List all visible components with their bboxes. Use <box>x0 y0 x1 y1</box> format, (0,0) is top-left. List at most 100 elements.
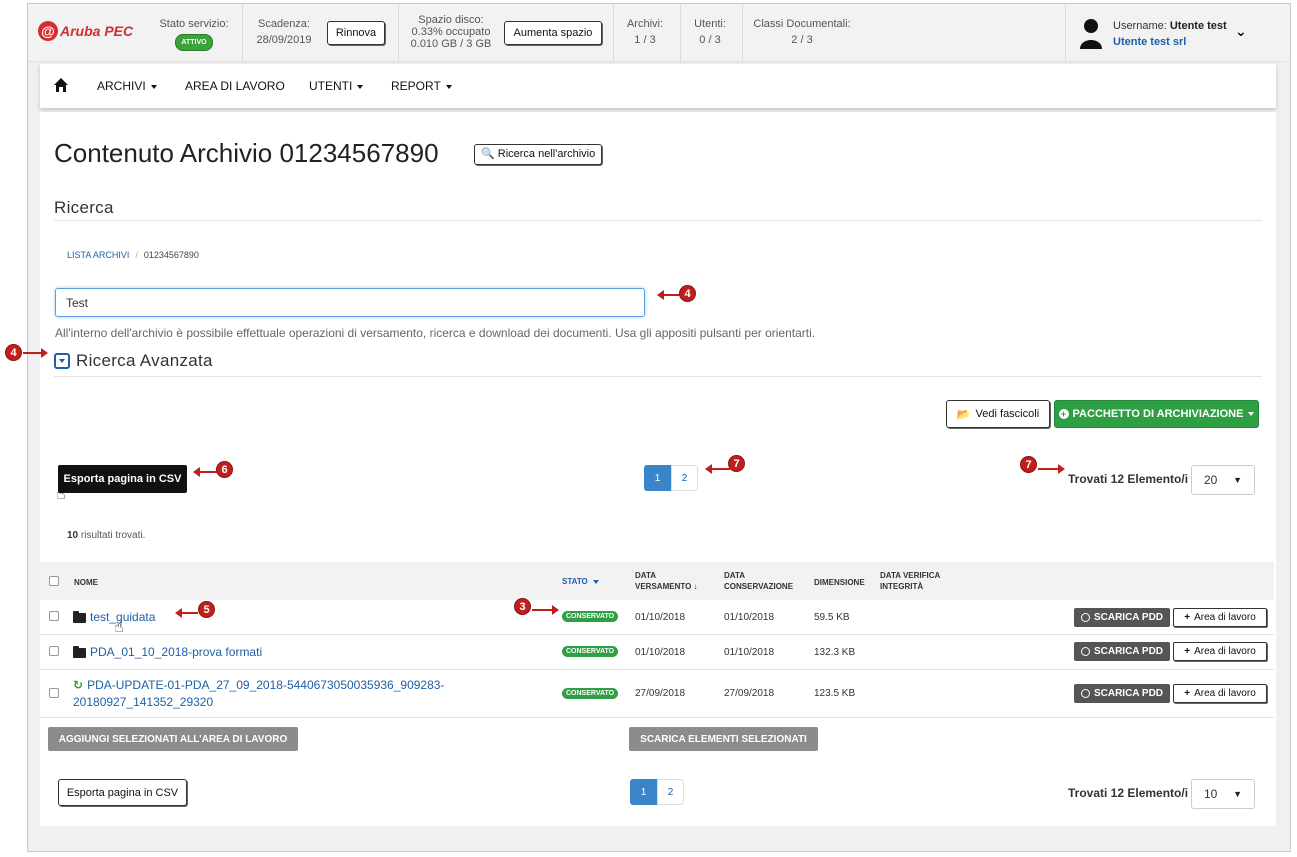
nav-archivi-label: ARCHIVI <box>97 79 146 93</box>
status-badge: CONSERVATO <box>562 611 619 622</box>
hand-cursor-icon: ☝ <box>114 619 124 636</box>
table-header: NOME STATO DATA VERSAMENTO ↓ DATA CONSER… <box>40 562 1274 600</box>
scarica-pdd-label: SCARICA PDD <box>1093 688 1164 699</box>
nav-report[interactable]: REPORT <box>391 79 452 93</box>
table-row: PDA_01_10_2018-prova formati CONSERVATO … <box>40 635 1274 670</box>
page-size-select-bottom[interactable]: 10 ▼ <box>1191 779 1255 809</box>
row-size: 59.5 KB <box>814 612 850 623</box>
page-size-value: 20 <box>1204 473 1218 487</box>
row-checkbox[interactable] <box>49 688 59 698</box>
annotation-badge: 4 <box>679 285 696 302</box>
service-status-badge: ATTIVO <box>175 34 213 51</box>
scarica-pdd-button[interactable]: SCARICA PDD <box>1074 608 1170 627</box>
user-info[interactable]: Username: Utente test Utente test srl <box>1113 18 1227 50</box>
annotation-badge: 7 <box>728 455 745 472</box>
archives-count: Archivi: 1 / 3 <box>620 18 670 47</box>
header-nome[interactable]: NOME <box>74 577 98 588</box>
renew-button[interactable]: Rinnova <box>327 21 385 45</box>
header-data-versamento[interactable]: DATA VERSAMENTO ↓ <box>635 570 705 592</box>
annotation-arrow <box>193 467 217 477</box>
collapse-toggle-icon[interactable] <box>54 353 70 369</box>
row-name-link[interactable]: ↻ PDA-UPDATE-01-PDA_27_09_2018-5440673050… <box>73 677 503 711</box>
found-count-bottom: Trovati 12 Elemento/i <box>1068 786 1189 800</box>
export-csv-bottom-button[interactable]: Esporta pagina in CSV <box>58 779 187 806</box>
header-stato[interactable]: STATO <box>562 576 599 587</box>
row-name-link[interactable]: PDA_01_10_2018-prova formati <box>73 644 262 661</box>
page-2-button[interactable]: 2 <box>671 465 698 491</box>
results-count-label: risultati trovati. <box>78 530 146 541</box>
download-selected-button[interactable]: SCARICA ELEMENTI SELEZIONATI <box>629 727 818 751</box>
row-size: 123.5 KB <box>814 688 856 699</box>
page-1-button[interactable]: 1 <box>630 779 657 805</box>
row-data-conservazione: 27/09/2018 <box>724 688 775 699</box>
advanced-search-toggle[interactable]: Ricerca Avanzata <box>54 351 213 371</box>
page-1-button[interactable]: 1 <box>644 465 671 491</box>
status-bar: @ Aruba PEC Stato servizio: ATTIVO Scade… <box>28 4 1290 62</box>
user-menu-chevron-icon[interactable]: ⌄ <box>1235 23 1247 40</box>
pacchetto-archiviazione-button[interactable]: + PACCHETTO DI ARCHIVIAZIONE <box>1054 400 1259 428</box>
brand-name: Aruba PEC <box>60 23 134 39</box>
aruba-logo[interactable]: @ Aruba PEC <box>38 21 133 41</box>
annotation-badge: 4 <box>5 344 22 361</box>
row-checkbox[interactable] <box>49 611 59 621</box>
page-size-value: 10 <box>1204 787 1218 801</box>
nav-utenti[interactable]: UTENTI <box>309 79 364 93</box>
breadcrumb-current: 01234567890 <box>143 250 199 260</box>
service-status-label: Stato servizio: <box>159 18 229 30</box>
app-frame: @ Aruba PEC Stato servizio: ATTIVO Scade… <box>27 3 1291 852</box>
caret-down-icon <box>445 84 452 89</box>
divider <box>54 220 1262 221</box>
home-icon[interactable] <box>53 77 69 93</box>
archives-value: 1 / 3 <box>634 34 656 46</box>
scarica-pdd-label: SCARICA PDD <box>1093 646 1164 657</box>
nav-archivi[interactable]: ARCHIVI <box>97 79 157 93</box>
page-2-button[interactable]: 2 <box>657 779 684 805</box>
company-name[interactable]: Utente test srl <box>1113 34 1227 50</box>
select-all-checkbox[interactable] <box>49 576 59 586</box>
scarica-pdd-button[interactable]: SCARICA PDD <box>1074 642 1170 661</box>
download-icon <box>1080 647 1090 656</box>
row-name-text: PDA-UPDATE-01-PDA_27_09_2018-54406730500… <box>73 678 445 709</box>
disk-space: Spazio disco: 0.33% occupato 0.010 GB / … <box>406 14 496 50</box>
chevron-down-icon: ▼ <box>1233 475 1242 485</box>
add-to-workspace-button[interactable]: + Area di lavoro <box>1173 684 1267 703</box>
header-data-verifica[interactable]: DATA VERIFICA INTEGRITÀ <box>880 570 950 592</box>
caret-down-icon <box>1248 412 1255 416</box>
annotation-arrow <box>657 290 680 300</box>
add-to-workspace-label: Area di lavoro <box>1194 612 1256 623</box>
folder-icon <box>73 610 86 623</box>
plus-icon: + <box>1184 646 1191 657</box>
page-size-select[interactable]: 20 ▼ <box>1191 465 1255 495</box>
nav-area-di-lavoro[interactable]: AREA DI LAVORO <box>185 79 285 93</box>
username-label: Username: <box>1113 20 1167 32</box>
sort-caret-icon <box>592 579 599 584</box>
export-csv-button[interactable]: Esporta pagina in CSV <box>58 465 187 493</box>
expiry-label: Scadenza: <box>258 18 310 30</box>
classes-value: 2 / 3 <box>791 34 813 46</box>
header-dimensione[interactable]: DIMENSIONE <box>814 577 865 588</box>
users-count: Utenti: 0 / 3 <box>684 18 736 47</box>
row-data-versamento: 01/10/2018 <box>635 647 686 658</box>
search-archive-button[interactable]: 🔍 Ricerca nell'archivio <box>474 144 603 165</box>
classes-count: Classi Documentali: 2 / 3 <box>750 18 854 47</box>
row-checkbox[interactable] <box>49 646 59 656</box>
aruba-at-icon: @ <box>38 21 58 41</box>
row-data-conservazione: 01/10/2018 <box>724 612 775 623</box>
increase-space-button[interactable]: Aumenta spazio <box>504 21 602 45</box>
add-to-workspace-button[interactable]: + Area di lavoro <box>1173 608 1267 627</box>
add-selected-to-workspace-button[interactable]: AGGIUNGI SELEZIONATI ALL'AREA DI LAVORO <box>48 727 298 751</box>
vedi-fascicoli-button[interactable]: 📂 Vedi fascicoli <box>946 400 1050 428</box>
annotation-badge: 5 <box>198 601 215 618</box>
breadcrumb-lista-archivi[interactable]: LISTA ARCHIVI <box>67 250 129 260</box>
header-data-conservazione[interactable]: DATA CONSERVAZIONE <box>724 570 799 592</box>
hand-cursor-icon: ☝ <box>56 486 66 503</box>
plus-icon: + <box>1184 688 1191 699</box>
search-input[interactable] <box>55 288 645 317</box>
plus-circle-icon: + <box>1058 409 1069 419</box>
nav-report-label: REPORT <box>391 79 441 93</box>
download-icon <box>1080 613 1090 622</box>
table-row: ↻ PDA-UPDATE-01-PDA_27_09_2018-5440673050… <box>40 670 1274 718</box>
scarica-pdd-button[interactable]: SCARICA PDD <box>1074 684 1170 703</box>
row-name-text: PDA_01_10_2018-prova formati <box>90 645 263 659</box>
add-to-workspace-button[interactable]: + Area di lavoro <box>1173 642 1267 661</box>
